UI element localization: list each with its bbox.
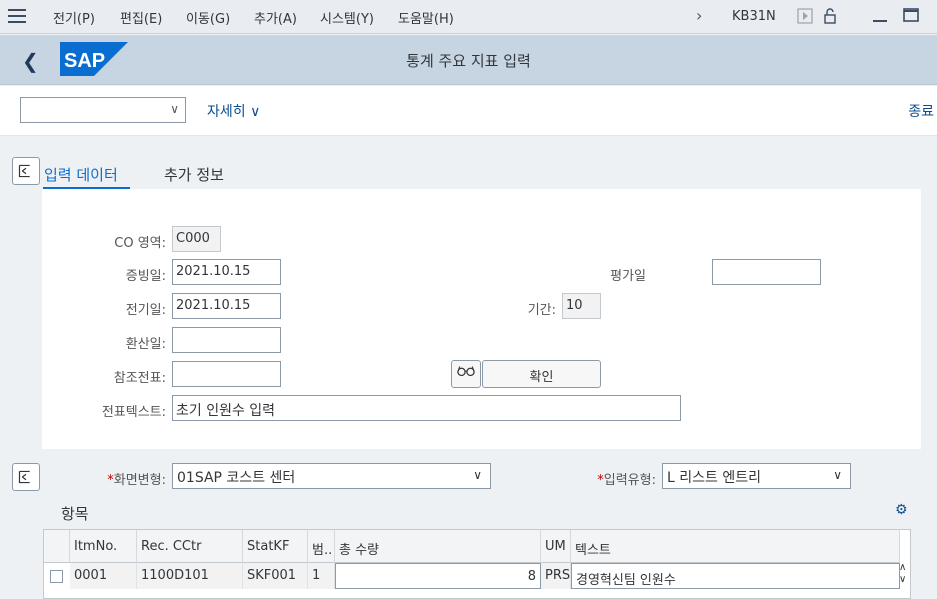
collapse-entry-button[interactable] <box>12 463 40 491</box>
screen-variant-label: *화면변형: <box>107 473 166 488</box>
co-area-field: C000 <box>172 226 221 252</box>
column-header-um[interactable]: UM <box>541 530 571 563</box>
value-date-field[interactable] <box>712 259 821 285</box>
transaction-code: KB31N <box>732 9 776 24</box>
co-area-label: CO 영역: <box>114 236 166 251</box>
collapse-header-button[interactable] <box>12 157 40 185</box>
input-type-dropdown[interactable]: L 리스트 엔트리 ∨ <box>662 463 851 489</box>
column-header-statkf[interactable]: StatKF <box>243 530 308 563</box>
posting-date-field[interactable]: 2021.10.15 <box>172 293 281 319</box>
cell-category: 1 <box>308 563 335 589</box>
column-header-text[interactable]: 텍스트 <box>571 530 900 563</box>
cell-total-qty[interactable]: 8 <box>335 563 541 589</box>
cell-itmno: 0001 <box>70 563 137 589</box>
document-text-field[interactable]: 초기 인원수 입력 <box>172 395 681 421</box>
title-bar: ❮ SAP 통계 주요 지표 입력 <box>0 35 937 85</box>
column-header-total-qty[interactable]: 총 수량 <box>335 530 541 563</box>
confirm-button[interactable]: 확인 <box>482 360 601 388</box>
menu-edit[interactable]: 편집(E) <box>120 8 162 27</box>
collapse-icon <box>18 470 30 484</box>
column-header-itmno[interactable]: ItmNo. <box>70 530 137 563</box>
column-header-category[interactable]: 범.. <box>308 530 335 563</box>
chevron-down-icon: ∨ <box>473 468 482 482</box>
tab-input-data[interactable]: 입력 데이터 <box>44 164 118 185</box>
items-table: ItmNo. Rec. CCtr StatKF 범.. 총 수량 UM 텍스트 … <box>43 529 911 599</box>
screen-variant-value: 01SAP 코스트 센터 <box>177 470 296 486</box>
cell-rec-cctr: 1100D101 <box>137 563 243 589</box>
menu-goto[interactable]: 이동(G) <box>186 8 230 27</box>
menu-system[interactable]: 시스템(Y) <box>320 8 374 27</box>
menu-bar: 전기(P) 편집(E) 이동(G) 추가(A) 시스템(Y) 도움말(H) › … <box>0 0 937 34</box>
value-date-label: 평가일 <box>610 269 646 284</box>
cell-statkf: SKF001 <box>243 563 308 589</box>
chevron-down-icon: ∨ <box>170 102 179 116</box>
scroll-up-icon[interactable]: ∧ <box>899 562 906 573</box>
page-title: 통계 주요 지표 입력 <box>406 52 531 70</box>
screen-variant-dropdown[interactable]: 01SAP 코스트 센터 ∨ <box>172 463 491 489</box>
tab-additional-info[interactable]: 추가 정보 <box>164 164 224 185</box>
variant-dropdown[interactable]: ∨ <box>20 97 186 123</box>
period-label: 기간: <box>527 303 556 318</box>
unlock-icon[interactable] <box>822 8 838 24</box>
column-header-rec-cctr[interactable]: Rec. CCtr <box>137 530 243 563</box>
glasses-icon <box>457 366 475 377</box>
main-content: 입력 데이터 추가 정보 CO 영역: C000 증빙일: 2021.10.15… <box>0 137 937 599</box>
chevron-down-icon: ∨ <box>250 104 261 120</box>
hamburger-menu-icon[interactable] <box>8 9 26 23</box>
reference-document-label: 참조전표: <box>113 371 166 386</box>
reference-document-field[interactable] <box>172 361 281 387</box>
menu-extras[interactable]: 추가(A) <box>254 8 297 27</box>
cell-text[interactable]: 경영혁신팀 인원수 <box>571 563 900 589</box>
collapse-icon <box>18 164 30 178</box>
cell-um: PRS <box>541 563 571 589</box>
menu-help[interactable]: 도움말(H) <box>398 8 454 27</box>
select-all-header[interactable] <box>44 530 70 563</box>
maximize-icon[interactable] <box>902 6 920 24</box>
application-toolbar: ∨ 자세히 ∨ 종료 <box>0 86 937 136</box>
input-type-value: L 리스트 엔트리 <box>667 470 761 486</box>
document-date-field[interactable]: 2021.10.15 <box>172 259 281 285</box>
menu-post[interactable]: 전기(P) <box>53 8 95 27</box>
execute-icon[interactable] <box>797 8 813 24</box>
translation-date-field[interactable] <box>172 327 281 353</box>
more-button[interactable]: 자세히 ∨ <box>207 101 260 121</box>
items-section-title: 항목 <box>61 505 89 523</box>
document-date-label: 증빙일: <box>125 269 166 284</box>
input-type-label: *입력유형: <box>597 473 656 488</box>
row-select-checkbox[interactable] <box>50 570 63 583</box>
document-text-label: 전표텍스트: <box>101 405 166 420</box>
scroll-down-icon[interactable]: ∨ <box>899 574 906 585</box>
exit-button[interactable]: 종료 <box>908 101 934 121</box>
command-field-chevron-icon[interactable]: › <box>696 6 702 25</box>
chevron-down-icon: ∨ <box>833 468 842 482</box>
gear-icon[interactable]: ⚙ <box>895 502 908 518</box>
display-button[interactable] <box>451 360 481 388</box>
translation-date-label: 환산일: <box>125 337 166 352</box>
posting-date-label: 전기일: <box>125 303 166 318</box>
minimize-icon[interactable] <box>871 6 889 24</box>
period-field: 10 <box>562 293 601 319</box>
